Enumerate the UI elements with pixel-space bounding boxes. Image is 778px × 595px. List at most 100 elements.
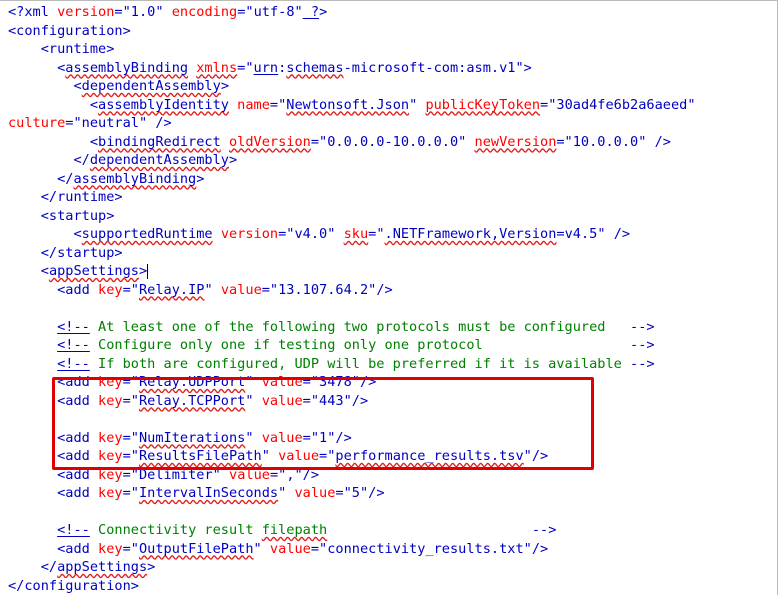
code-token: value bbox=[294, 485, 336, 501]
code-line[interactable]: <add key="OutputFilePath" value="connect… bbox=[8, 540, 774, 559]
code-token: key bbox=[98, 485, 123, 501]
window-top-border bbox=[0, 0, 778, 1]
code-line[interactable]: </assemblyBinding> bbox=[8, 170, 774, 189]
code-token: " bbox=[327, 226, 344, 242]
code-line[interactable]: <?xml version="1.0" encoding="utf-8" ?> bbox=[8, 3, 774, 22]
code-line[interactable]: <runtime> bbox=[8, 40, 774, 59]
code-token: " /> bbox=[138, 115, 172, 131]
code-token: Configure only one if testing only one p… bbox=[89, 337, 631, 353]
text-caret bbox=[147, 263, 149, 279]
code-token: " bbox=[294, 4, 303, 20]
code-token: < bbox=[40, 263, 49, 279]
code-token: <!-- bbox=[57, 355, 90, 372]
code-token: > bbox=[229, 152, 238, 168]
code-line[interactable]: <!-- Configure only one if testing only … bbox=[8, 336, 774, 355]
code-token: --> bbox=[531, 522, 557, 538]
code-token: " /> bbox=[597, 226, 631, 242]
code-token: .NETFramework,Version bbox=[384, 226, 557, 242]
code-line[interactable] bbox=[8, 299, 774, 318]
code-token: 1.0 bbox=[130, 4, 156, 20]
code-token: <add bbox=[57, 281, 99, 298]
code-token: publicKeyToken bbox=[425, 96, 541, 113]
code-token: =v4.5 bbox=[556, 226, 598, 242]
code-token: schemas bbox=[286, 59, 344, 76]
code-token: appSettings bbox=[48, 263, 139, 279]
code-line[interactable]: </configuration> bbox=[8, 577, 774, 595]
code-token: <add bbox=[57, 485, 99, 501]
code-line[interactable]: <appSettings> bbox=[8, 262, 774, 281]
code-line[interactable]: </appSettings> bbox=[8, 558, 774, 577]
code-line[interactable]: <configuration> bbox=[8, 22, 774, 41]
code-token: --> bbox=[630, 318, 655, 335]
code-token: utf-8 bbox=[253, 4, 295, 20]
code-token: --> bbox=[630, 355, 655, 372]
code-token: </configuration> bbox=[8, 577, 139, 594]
code-line[interactable]: </dependentAssembly> bbox=[8, 151, 774, 170]
code-token: < bbox=[73, 226, 82, 242]
code-token: =" bbox=[556, 133, 573, 150]
code-line[interactable]: <assemblyBinding xmlns="urn:schemas-micr… bbox=[8, 59, 774, 78]
code-token: version bbox=[220, 226, 279, 242]
code-line[interactable]: <bindingRedirect oldVersion="0.0.0.0-10.… bbox=[8, 133, 774, 152]
code-token: </runtime> bbox=[40, 189, 123, 205]
code-line[interactable] bbox=[8, 503, 774, 522]
highlight-box bbox=[52, 377, 594, 470]
code-line[interactable]: </startup> bbox=[8, 244, 774, 263]
code-token: IntervalInSeconds bbox=[138, 485, 279, 501]
code-token: " bbox=[409, 96, 426, 113]
code-token: assemblyBinding bbox=[73, 170, 197, 187]
code-line[interactable]: culture="neutral" /> bbox=[8, 114, 774, 133]
code-token: oldVersion bbox=[228, 133, 311, 150]
code-token: sku bbox=[343, 226, 369, 242]
code-line[interactable]: <!-- At least one of the following two p… bbox=[8, 318, 774, 337]
code-token: --> bbox=[630, 337, 655, 353]
code-token: version bbox=[57, 4, 115, 20]
code-token: " bbox=[253, 540, 270, 557]
code-token: </startup> bbox=[40, 244, 123, 261]
code-token: Connectivity result bbox=[89, 522, 262, 538]
code-line[interactable]: <startup> bbox=[8, 207, 774, 226]
code-token: <!-- bbox=[57, 522, 90, 538]
code-token: "/> bbox=[359, 485, 385, 501]
code-token: =" bbox=[122, 485, 139, 501]
code-token: -microsoft-com:asm.v1 bbox=[343, 59, 516, 76]
code-token: ? bbox=[302, 4, 320, 20]
code-line[interactable]: <!-- If both are configured, UDP will be… bbox=[8, 355, 774, 374]
code-token: > bbox=[196, 170, 205, 187]
code-token: =" bbox=[310, 540, 328, 557]
xml-code-editor[interactable]: <?xml version="1.0" encoding="utf-8" ?> <… bbox=[8, 3, 774, 595]
code-token: =" bbox=[368, 226, 385, 242]
code-token: =" bbox=[237, 59, 254, 76]
code-token: OutputFilePath bbox=[138, 540, 254, 557]
code-line[interactable]: <!-- Connectivity result filepath --> bbox=[8, 521, 774, 540]
code-token: =" bbox=[261, 281, 279, 298]
code-token: =" bbox=[65, 115, 82, 131]
code-line[interactable]: <add key="IntervalInSeconds" value="5"/> bbox=[8, 484, 774, 503]
code-line[interactable]: </runtime> bbox=[8, 188, 774, 207]
code-line[interactable]: <dependentAssembly> bbox=[8, 77, 774, 96]
code-token: name bbox=[237, 96, 270, 113]
code-token: dependentAssembly bbox=[81, 78, 221, 94]
code-token: "/> bbox=[523, 540, 549, 557]
code-token: filepath bbox=[261, 522, 328, 538]
code-line[interactable]: <supportedRuntime version="v4.0" sku=".N… bbox=[8, 225, 774, 244]
code-line[interactable]: <add key="Relay.IP" value="13.107.64.2"/… bbox=[8, 281, 774, 300]
code-line[interactable]: <assemblyIdentity name="Newtonsoft.Json"… bbox=[8, 96, 774, 115]
